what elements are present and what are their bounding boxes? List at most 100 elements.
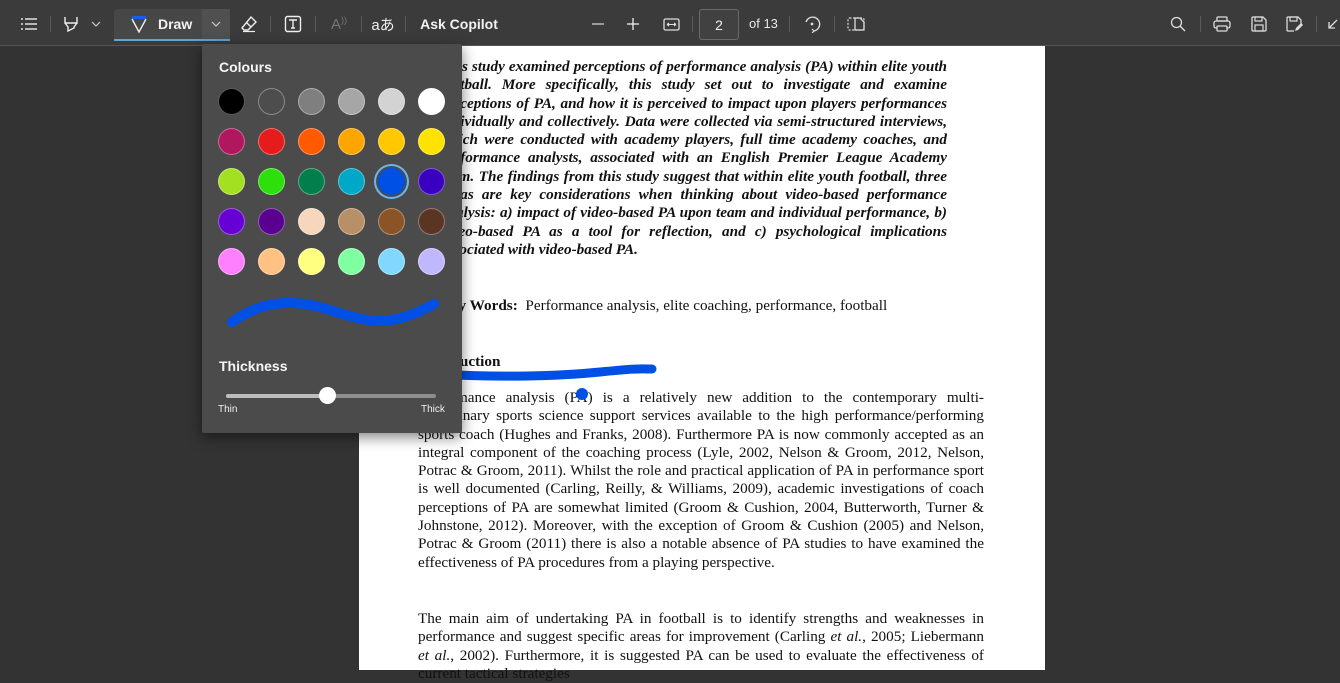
abstract-text: This study examined perceptions of perfo…: [440, 58, 947, 258]
colour-swatch[interactable]: [378, 208, 405, 235]
highlight-options-button[interactable]: [88, 9, 104, 39]
draw-button[interactable]: Draw: [114, 9, 200, 39]
paragraph: Performance analysis (PA) is a relativel…: [418, 389, 984, 571]
collapse-icon: [1328, 19, 1338, 29]
translate-icon: aあ: [371, 16, 395, 34]
colour-swatch[interactable]: [338, 128, 365, 155]
save-as-button[interactable]: [1284, 9, 1306, 39]
separator: [405, 16, 406, 32]
colour-swatch[interactable]: [378, 88, 405, 115]
paragraph: The main aim of undertaking PA in footba…: [418, 610, 984, 683]
colour-swatch[interactable]: [258, 128, 285, 155]
collapse-button[interactable]: [1326, 9, 1340, 39]
read-aloud-button[interactable]: A)): [327, 9, 351, 39]
zoom-out-icon: [592, 23, 604, 25]
zoom-out-button[interactable]: [588, 9, 608, 39]
rotate-icon: [805, 16, 821, 33]
eraser-button[interactable]: [238, 9, 260, 39]
thickness-min-label: Thin: [218, 404, 238, 415]
colour-swatch[interactable]: [418, 168, 445, 195]
separator: [50, 16, 51, 32]
colour-swatch[interactable]: [298, 208, 325, 235]
section-heading: Introduction: [418, 353, 984, 371]
rotate-button[interactable]: [801, 9, 823, 39]
separator: [692, 16, 693, 32]
colour-swatch[interactable]: [298, 168, 325, 195]
chevron-down-icon: [211, 21, 221, 27]
eraser-icon: [241, 15, 257, 33]
page-view-icon: [847, 17, 865, 31]
separator: [270, 16, 271, 32]
read-aloud-waves: )): [341, 15, 347, 25]
thickness-slider[interactable]: [226, 387, 436, 404]
separator: [315, 16, 316, 32]
ask-copilot-button[interactable]: Ask Copilot: [420, 9, 498, 39]
stroke-preview-line: [227, 297, 439, 327]
paragraph-text: et al.: [418, 646, 451, 664]
save-icon: [1251, 16, 1267, 32]
colour-swatch[interactable]: [258, 88, 285, 115]
colour-swatch[interactable]: [218, 128, 245, 155]
colour-swatch[interactable]: [378, 128, 405, 155]
colour-swatch[interactable]: [258, 208, 285, 235]
colour-swatch[interactable]: [418, 208, 445, 235]
stroke-preview: [227, 297, 439, 327]
add-text-button[interactable]: [282, 9, 304, 39]
separator: [834, 16, 835, 32]
contents-icon: [21, 18, 37, 30]
separator: [789, 16, 790, 32]
colour-swatch[interactable]: [338, 208, 365, 235]
colour-swatch[interactable]: [418, 128, 445, 155]
draw-icon: [131, 16, 147, 33]
contents-button[interactable]: [16, 9, 42, 39]
draw-options-button[interactable]: [202, 9, 230, 39]
text-box-icon: [284, 15, 302, 33]
colour-swatch[interactable]: [218, 208, 245, 235]
fit-width-button[interactable]: [660, 9, 682, 39]
thickness-max-label: Thick: [421, 404, 445, 415]
save-button[interactable]: [1248, 9, 1270, 39]
colour-swatch[interactable]: [298, 128, 325, 155]
toolbar: Draw A)) aあ Ask Copilot of 13: [0, 0, 1340, 46]
draw-tool-group: Draw: [114, 9, 230, 41]
colour-swatch[interactable]: [298, 248, 325, 275]
translate-button[interactable]: aあ: [371, 9, 395, 39]
colour-swatch[interactable]: [218, 168, 245, 195]
read-aloud-icon: A: [330, 15, 341, 33]
page-view-button[interactable]: [845, 9, 867, 39]
paragraph-text: et al.: [830, 628, 863, 646]
separator: [1316, 16, 1317, 32]
colour-swatch[interactable]: [338, 248, 365, 275]
colour-swatch[interactable]: [338, 88, 365, 115]
separator: [1200, 16, 1201, 32]
search-button[interactable]: [1167, 9, 1189, 39]
colour-swatch[interactable]: [258, 168, 285, 195]
page-number-input[interactable]: [699, 9, 739, 40]
page-count: of 13: [749, 16, 778, 31]
draw-options-popup: Colours Thickness: [202, 44, 462, 433]
colour-swatch[interactable]: [338, 168, 365, 195]
chevron-down-icon: [91, 21, 101, 27]
draw-label: Draw: [158, 16, 193, 32]
zoom-in-button[interactable]: [623, 9, 643, 39]
highlight-button[interactable]: [60, 9, 82, 39]
colour-swatch[interactable]: [218, 88, 245, 115]
print-icon: [1213, 16, 1231, 32]
fit-width-icon: [662, 17, 680, 31]
print-button[interactable]: [1211, 9, 1233, 39]
colour-swatch[interactable]: [378, 168, 405, 195]
keywords-line: Key Words: Performance analysis, elite c…: [440, 297, 980, 315]
zoom-in-icon: [627, 18, 639, 30]
keywords-text: Performance analysis, elite coaching, pe…: [525, 297, 888, 314]
colour-swatch[interactable]: [218, 248, 245, 275]
paragraph-text: , 2005; Liebermann: [862, 628, 984, 646]
colour-swatch[interactable]: [298, 88, 325, 115]
colour-swatch[interactable]: [418, 248, 445, 275]
colour-swatch[interactable]: [378, 248, 405, 275]
save-as-icon: [1286, 16, 1303, 32]
colours-heading: Colours: [219, 59, 272, 75]
separator: [361, 16, 362, 32]
colour-swatch[interactable]: [418, 88, 445, 115]
thickness-slider-thumb[interactable]: [318, 387, 336, 404]
colour-swatch[interactable]: [258, 248, 285, 275]
